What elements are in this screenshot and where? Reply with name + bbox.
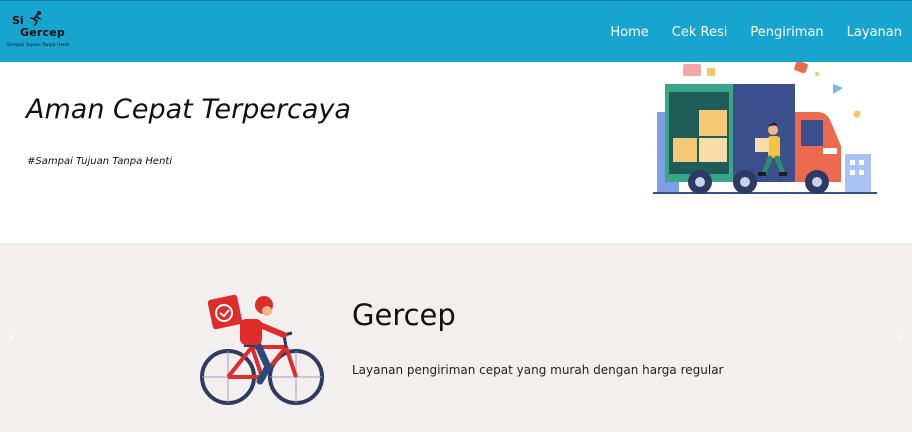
bicycle-courier-illustration bbox=[200, 294, 324, 405]
hero-title: Aman Cepat Terpercaya bbox=[26, 94, 351, 125]
hero-section: Aman Cepat Terpercaya #Sampai Tujuan Tan… bbox=[0, 62, 912, 243]
brand-logo[interactable]: Si Gercep Sampai Tujuan Tanpa Henti bbox=[6, 10, 72, 54]
runner-icon bbox=[30, 11, 41, 26]
main-nav: Home Cek Resi Pengiriman Layanan bbox=[610, 25, 902, 40]
slide-title: Gercep bbox=[352, 298, 456, 332]
brand-line2: Gercep bbox=[20, 26, 65, 39]
hero-subtitle: #Sampai Tujuan Tanpa Henti bbox=[27, 156, 173, 167]
brand-tagline: Sampai Tujuan Tanpa Henti bbox=[7, 43, 70, 48]
nav-layanan-link[interactable]: Layanan bbox=[847, 25, 902, 40]
carousel-prev-icon[interactable]: ‹ bbox=[4, 327, 18, 347]
nav-cek-resi-link[interactable]: Cek Resi bbox=[672, 25, 728, 40]
nav-home-link[interactable]: Home bbox=[610, 25, 648, 40]
service-carousel: ‹ Gercep Layanan pengiriman cepat yang m… bbox=[0, 243, 912, 432]
slide-description: Layanan pengiriman cepat yang murah deng… bbox=[352, 363, 724, 377]
delivery-truck-illustration bbox=[653, 62, 877, 194]
navbar: Si Gercep Sampai Tujuan Tanpa Henti Home… bbox=[0, 0, 912, 62]
nav-pengiriman-link[interactable]: Pengiriman bbox=[750, 25, 823, 40]
carousel-next-icon[interactable]: › bbox=[894, 327, 908, 347]
